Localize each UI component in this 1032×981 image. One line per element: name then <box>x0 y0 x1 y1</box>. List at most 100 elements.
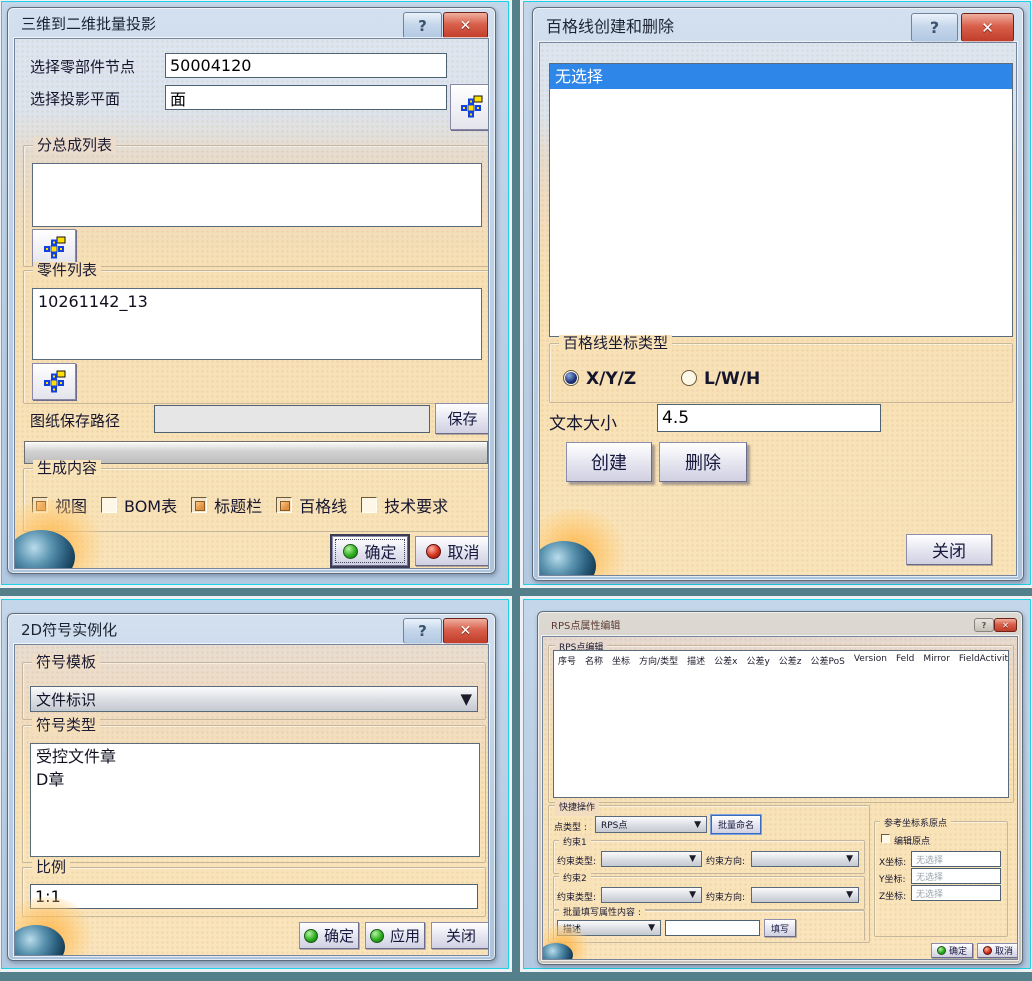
table-header-row: 序号名称 坐标方向/类型 描述公差x 公差y公差z 公差PoSVersion F… <box>554 651 1008 667</box>
edit-origin-checkbox[interactable] <box>881 834 890 843</box>
close-icon: ✕ <box>981 19 994 37</box>
edit-origin-label: 编辑原点 <box>894 834 930 847</box>
ref-origin-group: 参考坐标系原点 编辑原点 X坐标: Y坐标: Z坐标: <box>874 821 1008 937</box>
quadrant-bottom-left: 2D符号实例化 ? ✕ 符号模板 文件标识 符号类型 受控文件章 D章 比例 <box>2 600 508 968</box>
help-button[interactable]: ? <box>911 13 958 42</box>
list-item[interactable]: 受控文件章 <box>31 744 479 768</box>
close-button[interactable]: ✕ <box>961 13 1014 42</box>
close-icon: ✕ <box>460 18 472 34</box>
text-size-input[interactable] <box>657 404 881 432</box>
list-item[interactable]: 10261142_13 <box>33 289 481 312</box>
cancel-red-icon <box>426 544 441 559</box>
dialog-title: RPS点属性编辑 <box>538 612 1022 636</box>
close-dialog-button[interactable]: 关闭 <box>431 922 489 949</box>
cancel-button[interactable]: 取消 <box>977 943 1018 958</box>
save-path-label: 图纸保存路径 <box>30 410 120 431</box>
constraint2-dir-dropdown[interactable] <box>751 887 859 903</box>
apply-button[interactable]: 应用 <box>365 922 425 949</box>
subassembly-group: 分总成列表 <box>23 145 489 267</box>
dialog-projection: 三维到二维批量投影 ? ✕ 选择零部件节点 选择投影平面 <box>7 7 496 574</box>
fill-value-input[interactable] <box>665 920 760 936</box>
template-dropdown[interactable]: 文件标识 <box>30 686 478 712</box>
coord-type-group: 百格线坐标类型 X/Y/Z L/W/H <box>549 343 1013 403</box>
help-button[interactable]: ? <box>403 12 442 39</box>
list-item-selected[interactable]: 无选择 <box>550 64 1012 89</box>
batch-fill-group: 批量填写属性内容 : 描述 填写 <box>553 910 865 941</box>
constraint2-type-dropdown[interactable] <box>601 887 702 903</box>
delete-button[interactable]: 删除 <box>659 442 747 482</box>
create-button[interactable]: 创建 <box>566 442 652 482</box>
plane-label: 选择投影平面 <box>30 88 120 109</box>
ok-green-icon <box>937 946 946 955</box>
batch-name-button[interactable]: 批量命名 <box>711 815 761 834</box>
quadrant-top-right: 百格线创建和删除 ? ✕ 无选择 百格线坐标类型 X/Y/Z L/W/H 文本大… <box>524 2 1030 584</box>
cancel-button[interactable]: 取消 <box>415 536 489 566</box>
radio-xyz[interactable] <box>563 370 579 386</box>
cancel-red-icon <box>983 946 992 955</box>
close-button[interactable]: ✕ <box>994 618 1017 632</box>
constraint1-type-dropdown[interactable] <box>601 851 702 867</box>
symbol-type-list[interactable]: 受控文件章 D章 <box>30 743 480 857</box>
select-part-button[interactable] <box>32 363 76 400</box>
help-icon: ? <box>418 622 427 640</box>
help-button[interactable]: ? <box>403 618 442 644</box>
close-icon: ✕ <box>1002 621 1009 630</box>
save-button[interactable]: 保存 <box>435 403 489 434</box>
close-button[interactable]: ✕ <box>443 12 488 39</box>
x-coord-input[interactable] <box>911 851 1001 867</box>
node-label: 选择零部件节点 <box>30 56 135 77</box>
symbol-template-group: 符号模板 文件标识 <box>22 662 486 720</box>
screenshot-montage: 三维到二维批量投影 ? ✕ 选择零部件节点 选择投影平面 <box>0 0 1032 981</box>
z-coord-input[interactable] <box>911 885 1001 901</box>
fill-button[interactable]: 填写 <box>764 919 796 937</box>
text-size-label: 文本大小 <box>549 409 617 434</box>
rps-edit-group: RPS点编辑 序号名称 坐标方向/类型 描述公差x 公差y公差z 公差PoSVe… <box>548 645 1014 803</box>
catia-select-icon <box>43 236 66 260</box>
point-type-dropdown[interactable]: RPS点 <box>595 816 707 833</box>
checkbox-bom[interactable] <box>101 497 117 513</box>
quadrant-top-left: 三维到二维批量投影 ? ✕ 选择零部件节点 选择投影平面 <box>2 2 508 584</box>
scale-group: 比例 <box>22 867 486 917</box>
plane-input[interactable] <box>165 85 447 110</box>
catia-select-icon <box>43 370 66 394</box>
ok-button[interactable]: 确定 <box>931 943 973 958</box>
ok-green-icon <box>304 929 318 943</box>
node-input[interactable] <box>165 53 447 78</box>
radio-lwh[interactable] <box>681 370 697 386</box>
dialog-body: 选择零部件节点 选择投影平面 分总成列表 <box>14 38 489 569</box>
symbol-type-group: 符号类型 受控文件章 D章 <box>22 725 486 863</box>
close-button[interactable]: ✕ <box>443 618 488 644</box>
checkbox-gridline[interactable] <box>276 497 292 513</box>
quadrant-bottom-right: RPS点属性编辑 ? ✕ RPS点编辑 序号名称 坐标方向/类型 描述公差x 公… <box>524 600 1030 968</box>
select-node-button[interactable] <box>450 84 489 130</box>
save-path-input[interactable] <box>154 405 430 433</box>
quick-ops-group: 快捷操作 点类型 : RPS点 批量命名 约束1 约束类型: 约束方向: 约束2… <box>548 805 870 943</box>
catia-select-icon <box>460 95 483 119</box>
apply-green-icon <box>370 929 384 943</box>
constraint1-dir-dropdown[interactable] <box>751 851 859 867</box>
checkbox-titleblock[interactable] <box>191 497 207 513</box>
help-icon: ? <box>930 18 939 37</box>
dialog-body: RPS点编辑 序号名称 坐标方向/类型 描述公差x 公差y公差z 公差PoSVe… <box>542 636 1018 960</box>
dialog-rps: RPS点属性编辑 ? ✕ RPS点编辑 序号名称 坐标方向/类型 描述公差x 公… <box>537 611 1023 965</box>
dialog-body: 符号模板 文件标识 符号类型 受控文件章 D章 比例 确定 <box>14 644 489 956</box>
help-icon: ? <box>982 621 987 630</box>
part-list-group: 零件列表 10261142_13 <box>23 270 489 404</box>
checkbox-techreq[interactable] <box>361 497 377 513</box>
list-item[interactable]: D章 <box>31 768 479 791</box>
part-list[interactable]: 10261142_13 <box>32 288 482 360</box>
dialog-body: 无选择 百格线坐标类型 X/Y/Z L/W/H 文本大小 创建 删除 关闭 <box>539 42 1017 576</box>
dialog-gridline: 百格线创建和删除 ? ✕ 无选择 百格线坐标类型 X/Y/Z L/W/H 文本大… <box>532 7 1024 581</box>
y-coord-input[interactable] <box>911 868 1001 884</box>
rps-table[interactable]: 序号名称 坐标方向/类型 描述公差x 公差y公差z 公差PoSVersion F… <box>553 650 1009 798</box>
ok-button[interactable]: 确定 <box>299 922 359 949</box>
dialog-symbol: 2D符号实例化 ? ✕ 符号模板 文件标识 符号类型 受控文件章 D章 比例 <box>7 613 496 961</box>
ok-green-icon <box>343 544 358 559</box>
selection-list[interactable]: 无选择 <box>549 63 1013 337</box>
help-icon: ? <box>418 17 427 35</box>
close-dialog-button[interactable]: 关闭 <box>906 534 992 565</box>
scale-input[interactable] <box>30 884 478 909</box>
ok-button[interactable]: 确定 <box>332 536 408 566</box>
subassembly-list[interactable] <box>32 163 482 227</box>
help-button[interactable]: ? <box>974 618 994 632</box>
